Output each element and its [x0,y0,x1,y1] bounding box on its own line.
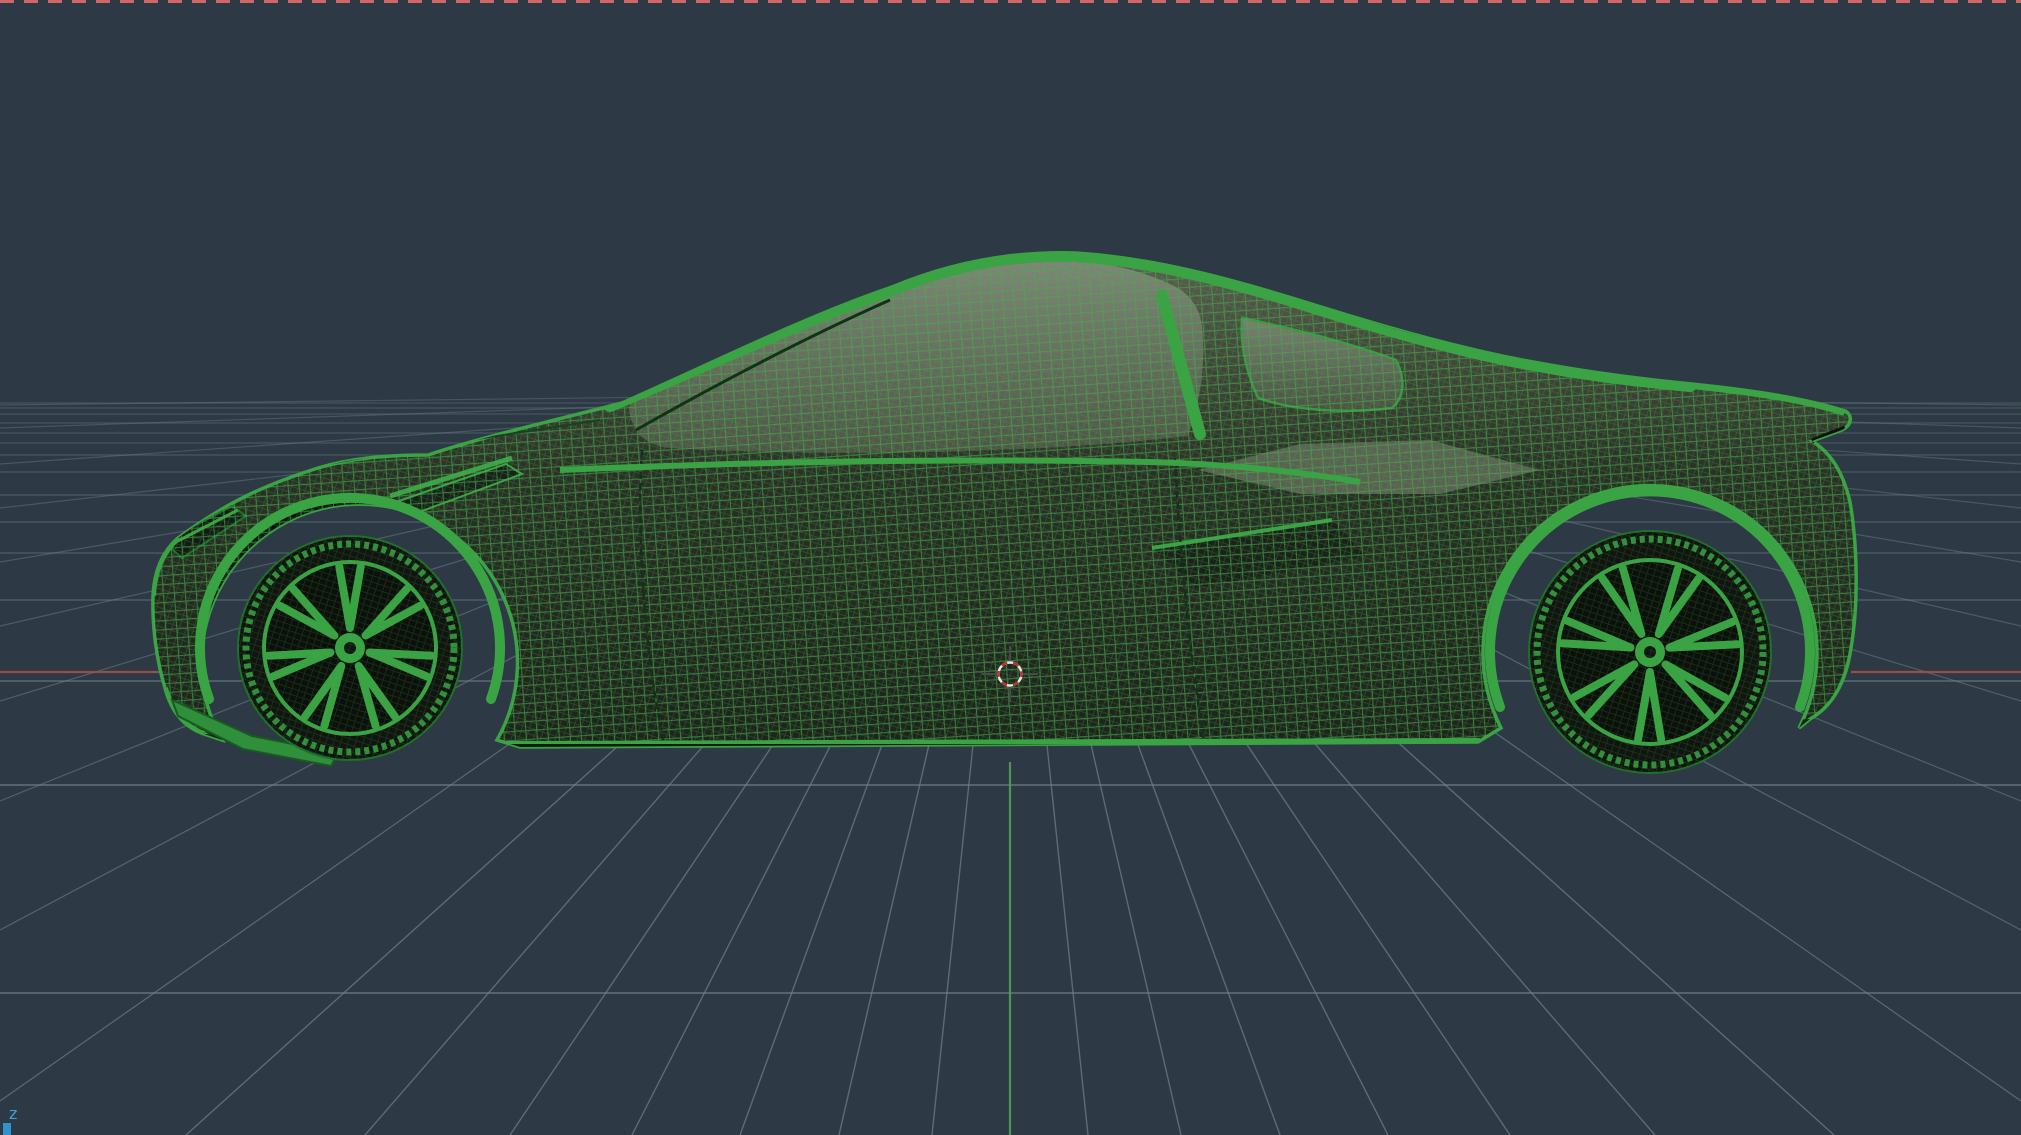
tire-mesh [238,536,462,760]
tire-mesh [1529,531,1771,773]
rear-wheel[interactable] [1528,530,1772,774]
z-axis-label: z [9,1104,17,1123]
viewport-scene: z [0,0,2021,1135]
front-wheel[interactable] [237,535,463,761]
3d-viewport[interactable]: z [0,0,2021,1135]
